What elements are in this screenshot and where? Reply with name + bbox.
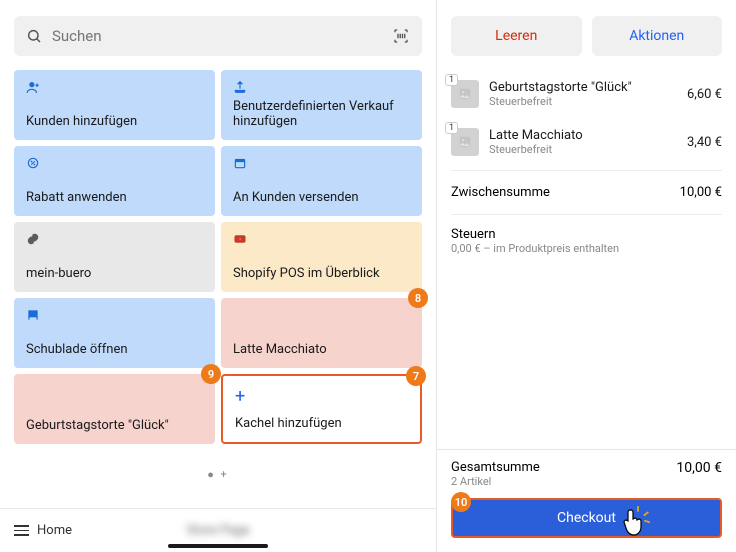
tile-send-to-customer[interactable]: An Kunden versenden	[221, 146, 422, 216]
click-spark-icon	[624, 504, 652, 532]
tile-app-meinbuero[interactable]: mein-buero	[14, 222, 215, 292]
item-thumbnail: 1	[451, 128, 479, 156]
item-name: Geburtstagstorte "Glück"	[489, 80, 677, 95]
callout-badge-9: 9	[201, 364, 221, 384]
home-label: Home	[37, 523, 72, 538]
tile-label: Kunden hinzufügen	[26, 114, 203, 130]
cart-item[interactable]: 1 Latte Macchiato Steuerbefreit 3,40 €	[451, 118, 722, 166]
person-add-icon	[26, 80, 203, 96]
product-icon	[233, 308, 410, 324]
search-icon	[26, 28, 42, 44]
item-tax-status: Steuerbefreit	[489, 95, 677, 108]
tile-product-cake[interactable]: 9 Geburtstagstorte "Glück"	[14, 374, 215, 444]
callout-badge-10: 10	[451, 492, 471, 512]
drawer-icon	[26, 308, 203, 324]
grand-total-label: Gesamtsumme	[451, 460, 540, 475]
cursor-icon	[622, 508, 646, 538]
left-panel: Kunden hinzufügen Benutzerdefinierten Ve…	[0, 0, 436, 552]
plus-icon: +	[235, 386, 408, 402]
item-count: 2 Artikel	[451, 475, 540, 488]
more-actions-button[interactable]: Aktionen	[592, 16, 723, 56]
clear-cart-button[interactable]: Leeren	[451, 16, 582, 56]
subtotal-row: Zwischensumme 10,00 €	[451, 175, 722, 210]
subtotal-label: Zwischensumme	[451, 185, 550, 200]
tax-sub: 0,00 € – im Produktpreis enthalten	[451, 242, 722, 255]
item-tax-status: Steuerbefreit	[489, 143, 677, 156]
tax-row: Steuern 0,00 € – im Produktpreis enthalt…	[451, 219, 722, 263]
checkout-button[interactable]: 10 Checkout	[451, 498, 722, 538]
discount-icon	[26, 156, 203, 172]
subtotal-value: 10,00 €	[680, 185, 722, 200]
hamburger-icon	[14, 522, 29, 539]
qty-badge: 1	[445, 74, 458, 86]
cart-panel: Leeren Aktionen 1 Geburtstagstorte "Glüc…	[436, 0, 736, 552]
callout-badge-7: 7	[406, 366, 426, 386]
tile-custom-sale[interactable]: Benutzerdefinierten Verkauf hinzufügen	[221, 70, 422, 140]
calendar-icon	[233, 156, 410, 172]
tile-apply-discount[interactable]: Rabatt anwenden	[14, 146, 215, 216]
tile-label: mein-buero	[26, 266, 203, 282]
tile-open-drawer[interactable]: Schublade öffnen	[14, 298, 215, 368]
upload-icon	[233, 80, 410, 96]
item-name: Latte Macchiato	[489, 128, 677, 143]
tile-label: Schublade öffnen	[26, 342, 203, 358]
link-icon	[26, 232, 203, 248]
menu-button[interactable]: Home	[14, 522, 72, 539]
item-price: 3,40 €	[687, 135, 722, 150]
product-icon	[26, 384, 203, 400]
checkout-label: Checkout	[557, 510, 616, 526]
tile-label: Latte Macchiato	[233, 342, 410, 358]
cart-footer: Gesamtsumme 2 Artikel 10,00 € 10 Checkou…	[437, 449, 736, 552]
search-input[interactable]	[14, 16, 422, 56]
tax-label: Steuern	[451, 227, 722, 242]
qty-badge: 1	[445, 122, 458, 134]
tile-product-latte[interactable]: 8 Latte Macchiato	[221, 298, 422, 368]
home-indicator	[168, 544, 268, 548]
tile-label: Benutzerdefinierten Verkauf hinzufügen	[233, 99, 410, 130]
tile-shopify-pos-overview[interactable]: Shopify POS im Überblick	[221, 222, 422, 292]
search-field[interactable]	[52, 27, 392, 45]
bottom-bar: Home Store Page	[0, 508, 436, 552]
tile-label: Rabatt anwenden	[26, 190, 203, 206]
tile-add-customer[interactable]: Kunden hinzufügen	[14, 70, 215, 140]
tile-label: Kachel hinzufügen	[235, 416, 408, 432]
item-thumbnail: 1	[451, 80, 479, 108]
tile-add-tile[interactable]: 7 + Kachel hinzufügen	[221, 374, 422, 444]
tile-label: Shopify POS im Überblick	[233, 266, 410, 282]
play-icon	[233, 232, 410, 248]
tile-grid: Kunden hinzufügen Benutzerdefinierten Ve…	[0, 70, 436, 444]
item-price: 6,60 €	[687, 87, 722, 102]
page-dots[interactable]: ● +	[0, 468, 436, 481]
tile-label: Geburtstagstorte "Glück"	[26, 418, 203, 434]
cart-item[interactable]: 1 Geburtstagstorte "Glück" Steuerbefreit…	[451, 70, 722, 118]
grand-total-value: 10,00 €	[676, 460, 722, 476]
callout-badge-8: 8	[408, 288, 428, 308]
barcode-scan-icon[interactable]	[392, 27, 410, 45]
blurred-label: Store Page	[186, 523, 249, 538]
tile-label: An Kunden versenden	[233, 190, 410, 206]
app-root: Kunden hinzufügen Benutzerdefinierten Ve…	[0, 0, 736, 552]
